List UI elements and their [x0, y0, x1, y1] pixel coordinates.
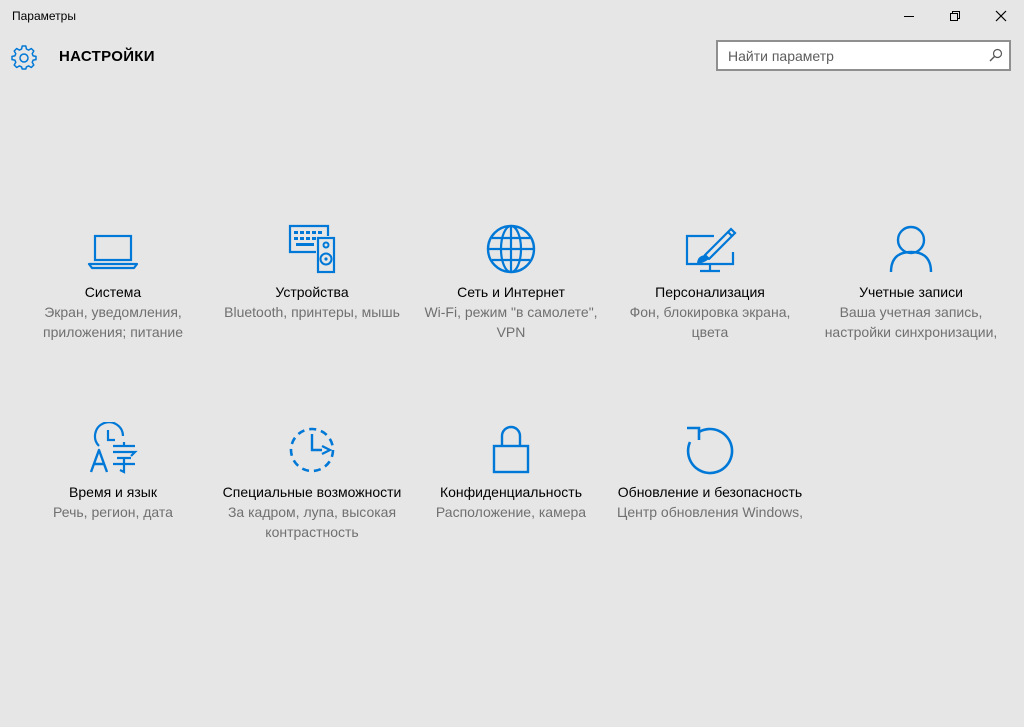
devices-icon [288, 224, 336, 274]
gear-icon [11, 45, 37, 70]
tile-title: Конфиденциальность [439, 484, 582, 500]
tile-description: За кадром, лупа, высокая контрастность [227, 504, 397, 540]
tile-description: Bluetooth, принтеры, мышь [224, 304, 400, 320]
tile-description: Ваша учетная запись, настройки синхрониз… [824, 304, 998, 340]
tile-title: Время и язык [69, 484, 157, 500]
tile-ease-of-access[interactable]: Специальные возможности За кадром, лупа,… [217, 422, 407, 542]
update-icon [686, 426, 734, 475]
tile-privacy[interactable]: Конфиденциальность Расположение, камера [416, 422, 606, 522]
tile-description: Wi-Fi, режим "в самолете", VPN [424, 304, 598, 340]
tile-title: Система [84, 284, 142, 300]
ease-of-access-icon [289, 427, 335, 473]
tile-title: Учетные записи [859, 284, 963, 300]
tile-title: Обновление и безопасность [617, 484, 803, 500]
search-box[interactable] [716, 40, 1011, 71]
title-bar: Параметры [0, 0, 1024, 32]
tile-system[interactable]: Система Экран, уведомления, приложения; … [18, 222, 208, 342]
tile-description: Центр обновления Windows, [616, 504, 804, 520]
tile-update[interactable]: Обновление и безопасность Центр обновлен… [615, 422, 805, 522]
tile-description: Речь, регион, дата [53, 504, 173, 520]
tile-title: Персонализация [655, 284, 765, 300]
tile-accounts[interactable]: Учетные записи Ваша учетная запись, наст… [816, 222, 1006, 342]
tile-description: Расположение, камера [435, 504, 587, 520]
tile-time-language[interactable]: Время и язык Речь, регион, дата [18, 422, 208, 522]
search-input[interactable] [718, 42, 988, 69]
tile-network[interactable]: Сеть и Интернет Wi-Fi, режим "в самолете… [416, 222, 606, 342]
window-title: Параметры [12, 9, 76, 23]
maximize-button[interactable] [932, 0, 978, 32]
tile-devices[interactable]: Устройства Bluetooth, принтеры, мышь [217, 222, 407, 322]
page-title: НАСТРОЙКИ [59, 48, 155, 65]
search-icon[interactable] [989, 48, 1003, 62]
tile-personalization[interactable]: Персонализация Фон, блокировка экрана, ц… [615, 222, 805, 342]
time-language-icon [89, 422, 138, 474]
personalization-icon [685, 227, 737, 273]
tile-description: Экран, уведомления, приложения; питание [43, 304, 183, 340]
tile-description: Фон, блокировка экрана, цвета [629, 304, 791, 340]
minimize-icon [904, 16, 914, 17]
person-icon [889, 225, 933, 273]
close-button[interactable] [978, 0, 1024, 32]
restore-icon [950, 11, 960, 21]
tile-title: Устройства [275, 284, 349, 300]
header: НАСТРОЙКИ [0, 36, 1024, 80]
laptop-icon [87, 234, 139, 270]
tile-title: Сеть и Интернет [457, 284, 565, 300]
lock-icon [492, 425, 530, 474]
close-icon [995, 10, 1007, 22]
globe-icon [486, 224, 536, 274]
tile-title: Специальные возможности [222, 484, 402, 500]
minimize-button[interactable] [886, 0, 932, 32]
